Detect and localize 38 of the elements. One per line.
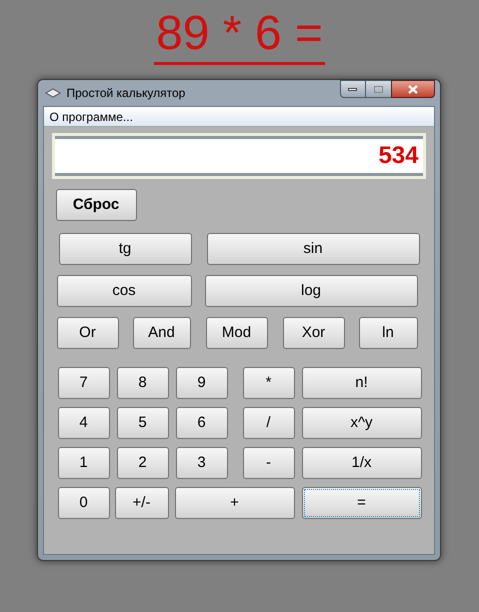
keypad-button[interactable]: 1/x: [302, 447, 422, 479]
function-button[interactable]: log: [204, 275, 418, 307]
display-value: 534: [378, 141, 418, 171]
keypad-button[interactable]: x^y: [302, 407, 422, 439]
function-button[interactable]: tg: [58, 233, 192, 265]
keypad-button[interactable]: -: [242, 447, 294, 479]
keypad-button[interactable]: 4: [58, 407, 110, 439]
window-title: Простой калькулятор: [66, 85, 186, 102]
keypad-button[interactable]: 2: [116, 447, 168, 479]
function-button[interactable]: sin: [206, 233, 420, 265]
keypad-button[interactable]: /: [242, 407, 294, 439]
minimize-button[interactable]: [340, 80, 366, 98]
app-icon: [44, 88, 60, 98]
keypad-button[interactable]: 1: [58, 447, 110, 479]
close-button[interactable]: [390, 80, 434, 98]
keypad-button[interactable]: 7: [58, 367, 110, 399]
keypad-button[interactable]: =: [302, 487, 422, 519]
menu-item[interactable]: О программе...: [44, 108, 139, 126]
maximize-button[interactable]: [366, 80, 390, 98]
expression-heading: 89 * 6 =: [154, 6, 325, 65]
keypad-button[interactable]: 3: [176, 447, 228, 479]
function-button[interactable]: And: [132, 317, 190, 349]
close-icon: [408, 84, 418, 94]
keypad-button[interactable]: n!: [302, 367, 422, 399]
function-button[interactable]: cos: [56, 275, 192, 307]
keypad-button[interactable]: 5: [116, 407, 168, 439]
function-button[interactable]: Mod: [206, 317, 268, 349]
keypad-button[interactable]: 6: [176, 407, 228, 439]
keypad-button[interactable]: +: [174, 487, 294, 519]
function-button[interactable]: Or: [56, 317, 118, 349]
keypad-button[interactable]: 0: [58, 487, 110, 519]
keypad-button[interactable]: +/-: [114, 487, 168, 519]
keypad-button[interactable]: 8: [116, 367, 168, 399]
function-button[interactable]: Xor: [282, 317, 344, 349]
keypad-button[interactable]: *: [242, 367, 294, 399]
function-button[interactable]: ln: [358, 317, 418, 349]
keypad-button[interactable]: 9: [176, 367, 228, 399]
reset-button[interactable]: Сброс: [56, 189, 136, 221]
